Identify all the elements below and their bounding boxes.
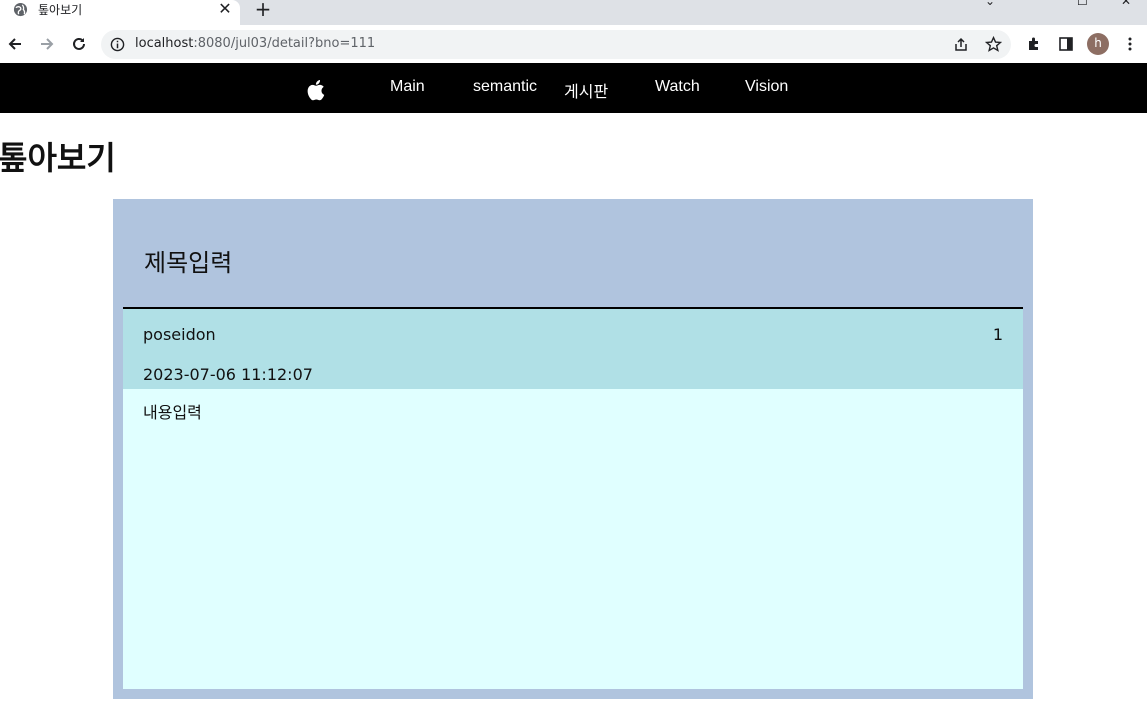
side-panel-icon: [1059, 37, 1073, 51]
back-button[interactable]: [4, 33, 26, 55]
back-arrow-icon: [8, 38, 21, 50]
address-bar[interactable]: localhost:8080/jul03/detail?bno=111: [101, 30, 1011, 59]
reload-icon: [73, 37, 85, 50]
browser-tab[interactable]: 톺아보기 ✕: [0, 0, 240, 25]
post-view-count: 1: [992, 325, 1003, 344]
maximize-icon[interactable]: ☐: [1077, 0, 1088, 8]
new-tab-icon[interactable]: +: [253, 0, 273, 21]
site-navbar: Main semantic 게시판 Watch Vision: [0, 63, 1147, 113]
nav-item-board[interactable]: 게시판: [564, 78, 608, 102]
url-path: :8080/jul03/detail?bno=111: [193, 36, 376, 51]
forward-button[interactable]: [36, 33, 58, 55]
puzzle-icon: [1029, 37, 1038, 50]
site-info-icon[interactable]: [110, 37, 125, 52]
bookmark-star-icon[interactable]: [985, 36, 1002, 53]
url-host: localhost: [135, 36, 194, 51]
tab-strip: 톺아보기 ✕ + ⌄ ☐ ✕: [0, 0, 1147, 25]
post-content: 내용입력: [123, 389, 1023, 689]
tab-title: 톺아보기: [38, 3, 83, 17]
url-text: localhost:8080/jul03/detail?bno=111: [135, 36, 375, 51]
post-meta: poseidon 1 2023-07-06 11:12:07: [123, 309, 1023, 389]
apple-logo-icon[interactable]: [305, 77, 329, 103]
post-content-text: 내용입력: [143, 403, 202, 422]
post-writer: poseidon: [143, 325, 216, 344]
avatar[interactable]: h: [1087, 33, 1109, 55]
nav-item-vision[interactable]: Vision: [745, 78, 788, 96]
post-detail: 제목입력 poseidon 1 2023-07-06 11:12:07 내용입력: [113, 199, 1033, 699]
post-date: 2023-07-06 11:12:07: [143, 365, 313, 384]
share-icon[interactable]: [953, 37, 969, 53]
forward-arrow-icon: [41, 38, 54, 50]
globe-icon: [13, 2, 28, 17]
minimize-icon[interactable]: ⌄: [985, 0, 995, 8]
menu-button[interactable]: [1119, 33, 1141, 55]
more-vertical-icon: [1128, 37, 1132, 51]
side-panel-button[interactable]: [1055, 33, 1077, 55]
post-title: 제목입력: [144, 249, 233, 277]
close-window-icon[interactable]: ✕: [1121, 0, 1131, 8]
browser-toolbar: localhost:8080/jul03/detail?bno=111 h: [0, 25, 1147, 64]
nav-item-watch[interactable]: Watch: [655, 78, 700, 96]
nav-item-semantic[interactable]: semantic: [473, 78, 537, 96]
extensions-button[interactable]: [1023, 33, 1045, 55]
page-title: 톺아보기: [0, 139, 116, 177]
reload-button[interactable]: [68, 33, 90, 55]
nav-item-main[interactable]: Main: [390, 78, 425, 96]
close-tab-icon[interactable]: ✕: [217, 0, 233, 18]
